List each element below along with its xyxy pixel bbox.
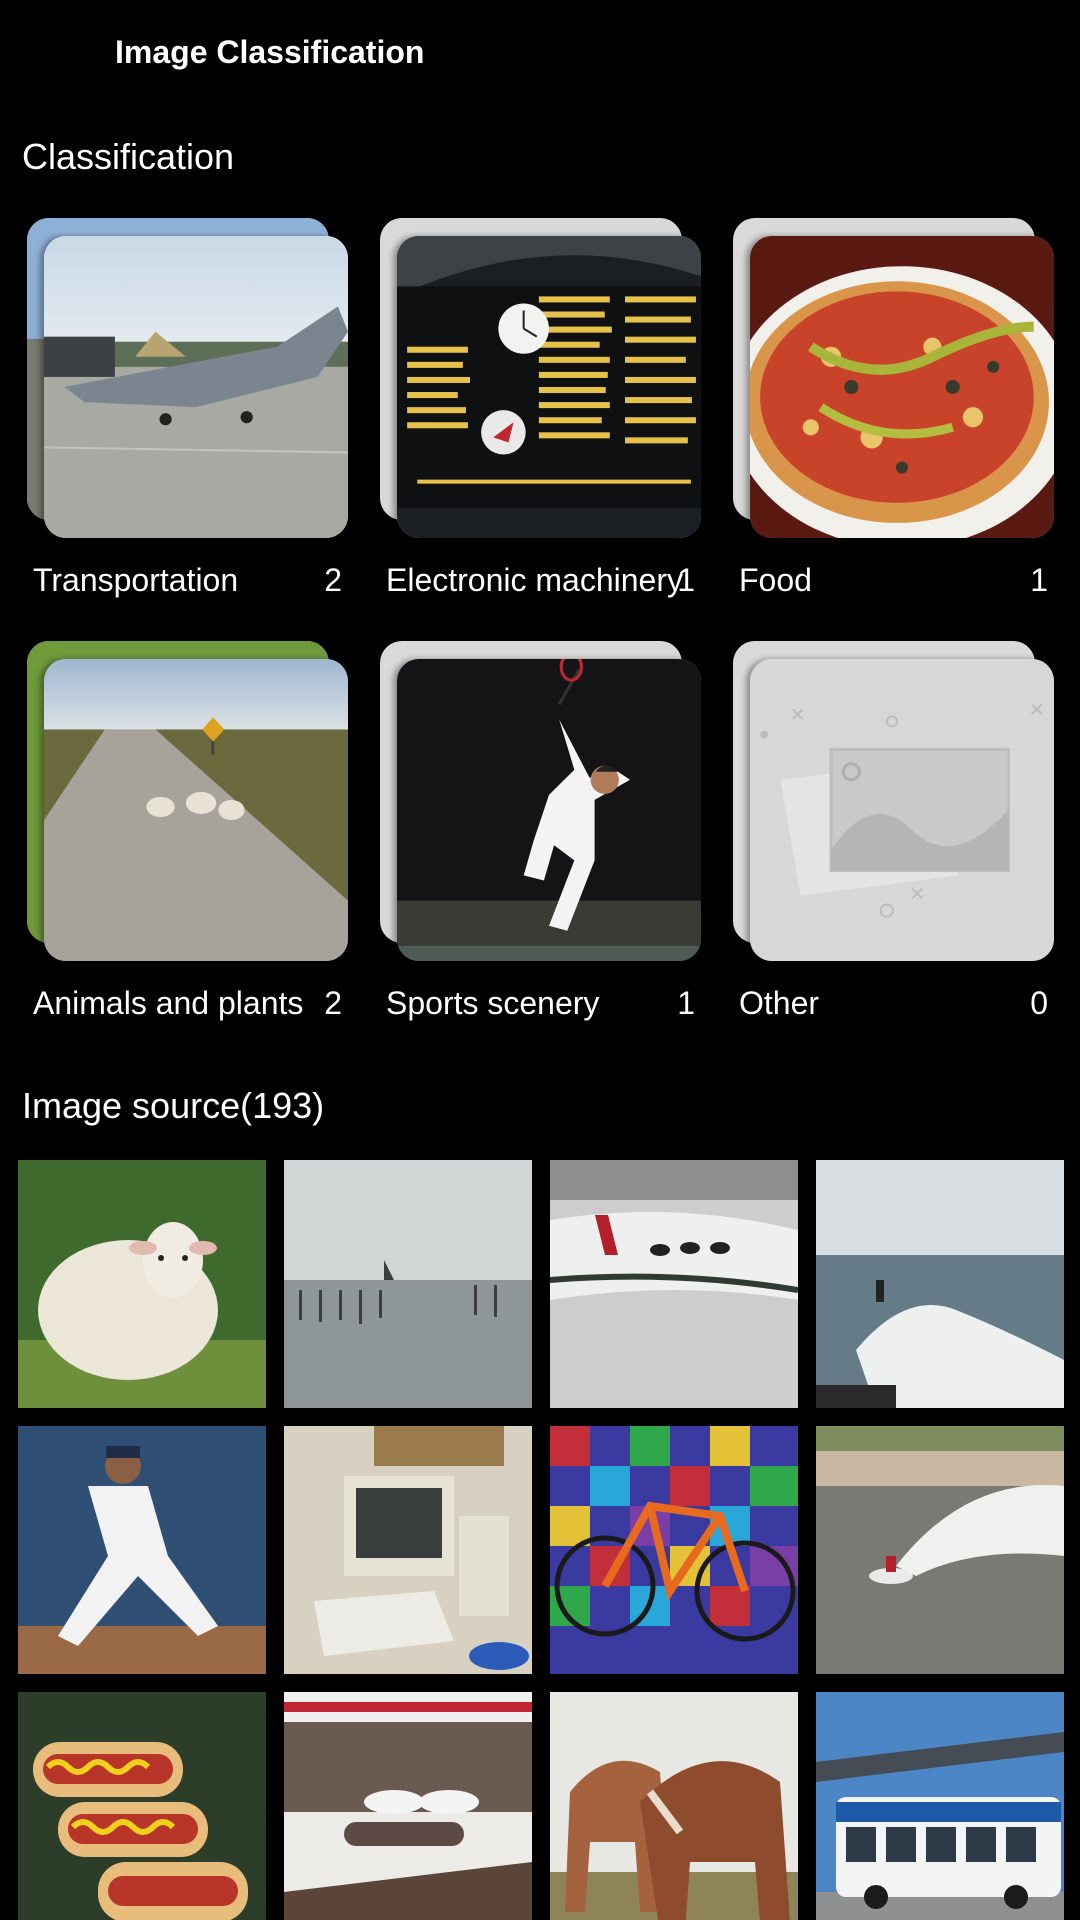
category-card-animals-and-plants[interactable]: Animals and plants 2 — [0, 633, 348, 1053]
app-bar: Image Classification — [0, 0, 1080, 110]
bicycle-photo[interactable] — [550, 1426, 798, 1674]
category-name: Electronic machinery — [386, 562, 683, 598]
sheep-road-photo — [44, 659, 348, 961]
category-name: Sports scenery — [386, 985, 600, 1021]
category-count: 1 — [677, 985, 695, 1021]
jet-photo — [44, 236, 348, 538]
category-card-other[interactable]: Other 0 — [706, 633, 1054, 1053]
image-source-heading: Image source(193) — [22, 1085, 325, 1126]
classification-heading: Classification — [22, 136, 235, 177]
pizza-photo — [750, 236, 1054, 538]
category-count: 2 — [324, 985, 342, 1021]
computer-desk-photo[interactable] — [284, 1426, 532, 1674]
horses-photo[interactable] — [550, 1692, 798, 1920]
departure-board-photo — [397, 236, 701, 538]
category-card-transportation[interactable]: Transportation 2 — [0, 210, 348, 630]
album-stack — [353, 210, 701, 540]
sheep-photo[interactable] — [18, 1160, 266, 1408]
bedroom-photo[interactable] — [284, 1692, 532, 1920]
category-name: Other — [739, 985, 820, 1021]
category-card-food[interactable]: Food 1 — [706, 210, 1054, 630]
album-stack — [706, 633, 1054, 963]
album-stack — [0, 633, 348, 963]
category-count: 1 — [677, 562, 695, 598]
surfer-photo[interactable] — [816, 1160, 1064, 1408]
category-name: Animals and plants — [33, 985, 304, 1021]
bus-photo[interactable] — [816, 1692, 1064, 1920]
hotdogs-photo[interactable] — [18, 1692, 266, 1920]
category-count: 0 — [1030, 985, 1048, 1021]
album-stack — [0, 210, 348, 540]
tennis-player-photo — [397, 659, 701, 961]
airplane-interior-photo[interactable] — [550, 1160, 798, 1408]
category-card-electronic-machinery[interactable]: Electronic machinery 1 — [353, 210, 701, 630]
image-placeholder-icon — [750, 659, 1054, 961]
category-count: 1 — [1030, 562, 1048, 598]
category-name: Food — [739, 562, 812, 598]
category-card-sports-scenery[interactable]: Sports scenery 1 — [353, 633, 701, 1053]
category-name: Transportation — [33, 562, 239, 598]
jetski-photo[interactable] — [816, 1426, 1064, 1674]
album-stack — [706, 210, 1054, 540]
lake-pier-photo[interactable] — [284, 1160, 532, 1408]
album-stack — [353, 633, 701, 963]
app-title: Image Classification — [115, 34, 425, 70]
baseball-pitcher-photo[interactable] — [18, 1426, 266, 1674]
category-count: 2 — [324, 562, 342, 598]
